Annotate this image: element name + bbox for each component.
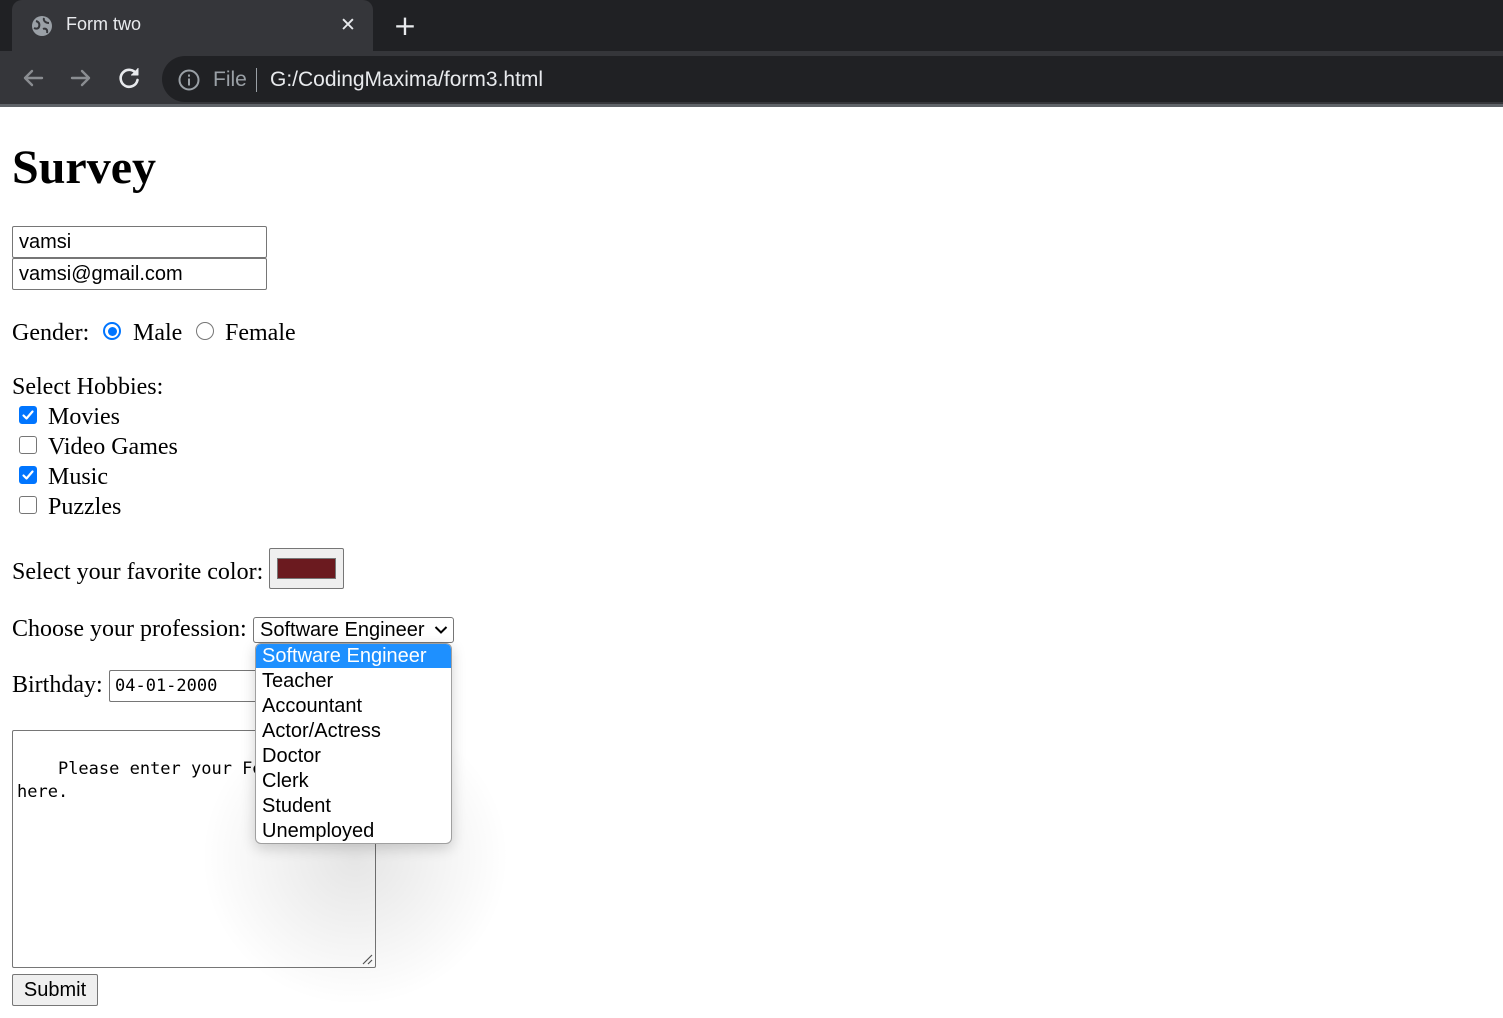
- tab-title: Form two: [66, 14, 142, 34]
- url-scheme-label: File: [213, 68, 247, 91]
- back-button[interactable]: [18, 63, 48, 93]
- url-separator: [256, 68, 257, 92]
- reload-button[interactable]: [114, 63, 144, 93]
- page-content: Survey vamsi vamsi@gmail.com Gender: Mal…: [0, 107, 1503, 1018]
- hobby-puzzles-checkbox[interactable]: [19, 496, 37, 514]
- hobby-puzzles-label: Puzzles: [48, 494, 122, 520]
- info-icon[interactable]: [178, 69, 200, 91]
- hobby-movies-checkbox[interactable]: [19, 406, 37, 424]
- color-picker[interactable]: [269, 548, 344, 589]
- color-label: Select your favorite color:: [12, 559, 264, 585]
- submit-button[interactable]: Submit: [12, 974, 98, 1006]
- email-input[interactable]: vamsi@gmail.com: [12, 258, 267, 290]
- url-text[interactable]: G:/CodingMaxima/form3.html: [270, 68, 543, 92]
- profession-option-clerk[interactable]: Clerk: [256, 769, 451, 793]
- checkmark-icon: [22, 470, 34, 480]
- color-swatch: [277, 558, 336, 579]
- browser-tab[interactable]: Form two ✕: [12, 0, 373, 51]
- gender-male-label: Male: [133, 320, 183, 346]
- hobby-music-label: Music: [48, 464, 108, 490]
- profession-selected-value: Software Engineer: [260, 619, 425, 641]
- name-input[interactable]: vamsi: [12, 226, 267, 258]
- page-title: Survey: [12, 141, 156, 194]
- browser-tabstrip: Form two ✕ +: [0, 0, 1503, 51]
- chevron-down-icon: [434, 626, 448, 634]
- arrow-left-icon: [23, 69, 44, 87]
- gender-male-radio[interactable]: [103, 322, 121, 340]
- profession-option-accountant[interactable]: Accountant: [256, 694, 451, 718]
- profession-option-software-engineer[interactable]: Software Engineer: [256, 644, 451, 668]
- hobby-video-games-label: Video Games: [48, 434, 178, 460]
- birthday-date-input[interactable]: 04-01-2000: [109, 670, 259, 702]
- forward-button[interactable]: [66, 63, 96, 93]
- hobbies-label: Select Hobbies:: [12, 374, 164, 400]
- address-bar[interactable]: File G:/CodingMaxima/form3.html: [162, 56, 1503, 102]
- close-tab-icon[interactable]: ✕: [338, 14, 358, 36]
- profession-option-unemployed[interactable]: Unemployed: [256, 819, 451, 843]
- gender-female-label: Female: [225, 320, 296, 346]
- hobby-video-games-checkbox[interactable]: [19, 436, 37, 454]
- gender-label: Gender:: [12, 320, 90, 346]
- checkmark-icon: [22, 410, 34, 420]
- arrow-right-icon: [70, 69, 91, 87]
- hobby-music-checkbox[interactable]: [19, 466, 37, 484]
- reload-icon: [119, 68, 139, 89]
- profession-option-doctor[interactable]: Doctor: [256, 744, 451, 768]
- birthday-label: Birthday:: [12, 672, 103, 698]
- profession-dropdown-list: Software Engineer Teacher Accountant Act…: [255, 643, 452, 844]
- profession-option-student[interactable]: Student: [256, 794, 451, 818]
- hobby-movies-label: Movies: [48, 404, 120, 430]
- gender-female-radio[interactable]: [196, 322, 214, 340]
- browser-toolbar: File G:/CodingMaxima/form3.html: [0, 51, 1503, 104]
- profession-label: Choose your profession:: [12, 616, 247, 642]
- profession-select[interactable]: Software Engineer: [253, 617, 454, 643]
- profession-option-actor-actress[interactable]: Actor/Actress: [256, 719, 451, 743]
- globe-icon: [32, 16, 52, 36]
- profession-option-teacher[interactable]: Teacher: [256, 669, 451, 693]
- new-tab-button[interactable]: +: [392, 12, 418, 40]
